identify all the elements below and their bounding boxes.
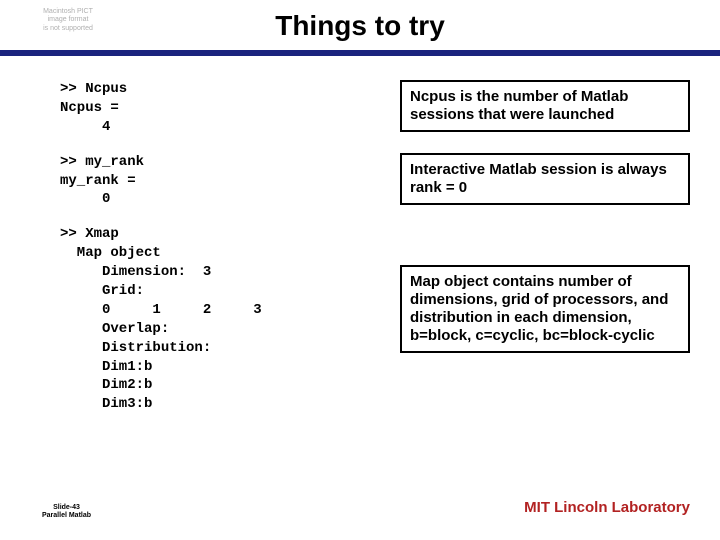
- footer-slide-number: Slide-43: [42, 504, 91, 512]
- footer-left: Slide-43 Parallel Matlab: [42, 504, 91, 520]
- note-myrank: Interactive Matlab session is always ran…: [400, 153, 690, 205]
- footer-sub: Parallel Matlab: [42, 512, 91, 520]
- content-area: >> Ncpus Ncpus = 4 Ncpus is the number o…: [60, 80, 690, 480]
- note-xmap: Map object contains number of dimensions…: [400, 265, 690, 353]
- footer-lab: MIT Lincoln Laboratory: [524, 499, 690, 516]
- row-xmap: >> Xmap Map object Dimension: 3 Grid: 0 …: [60, 225, 690, 414]
- row-ncpus: >> Ncpus Ncpus = 4 Ncpus is the number o…: [60, 80, 690, 137]
- row-myrank: >> my_rank my_rank = 0 Interactive Matla…: [60, 153, 690, 210]
- page-title: Things to try: [0, 10, 720, 42]
- code-ncpus: >> Ncpus Ncpus = 4: [60, 80, 127, 137]
- note-ncpus: Ncpus is the number of Matlab sessions t…: [400, 80, 690, 132]
- code-xmap: >> Xmap Map object Dimension: 3 Grid: 0 …: [60, 225, 262, 414]
- title-divider: [0, 50, 720, 56]
- slide-container: Macintosh PICT image format is not suppo…: [0, 0, 720, 540]
- code-myrank: >> my_rank my_rank = 0: [60, 153, 144, 210]
